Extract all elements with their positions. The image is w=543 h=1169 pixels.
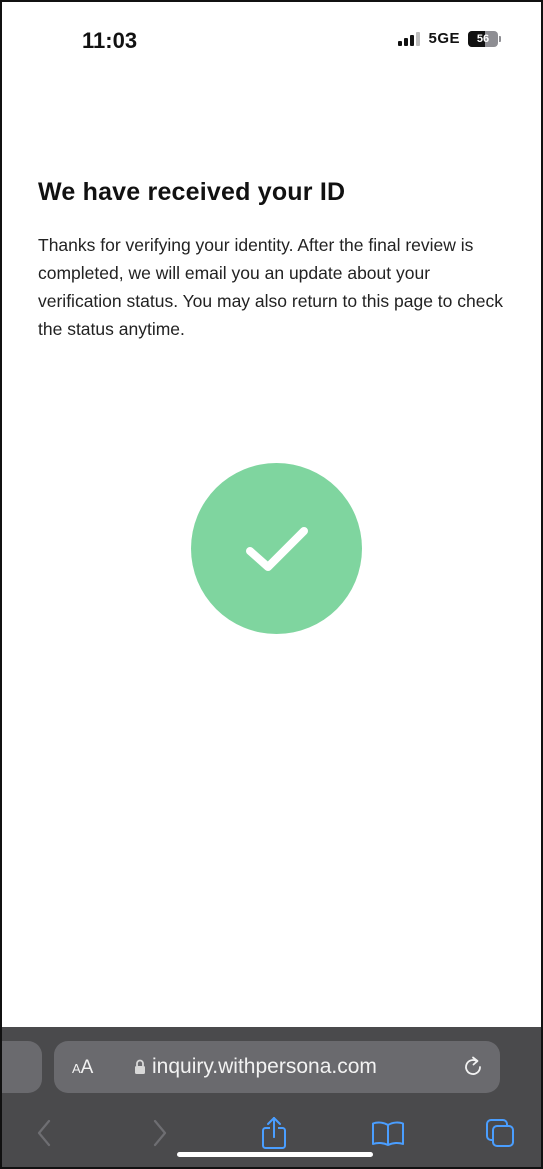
phone-screen: 11:03 5GE 56 We have received your ID Th… bbox=[0, 0, 543, 1169]
page-description: Thanks for verifying your identity. Afte… bbox=[38, 235, 503, 339]
chevron-right-icon bbox=[153, 1119, 167, 1147]
tabs-icon bbox=[486, 1119, 514, 1147]
bookmarks-button[interactable] bbox=[368, 1113, 408, 1153]
success-badge bbox=[191, 463, 362, 634]
navigation-toolbar bbox=[2, 1113, 541, 1153]
previous-tab-peek[interactable] bbox=[2, 1041, 42, 1093]
status-bar: 11:03 5GE 56 bbox=[2, 2, 541, 82]
url-text: inquiry.withpersona.com bbox=[152, 1055, 377, 1078]
cellular-signal-icon bbox=[398, 31, 421, 46]
page-settings-button[interactable]: AA bbox=[72, 1041, 93, 1093]
battery-level: 56 bbox=[476, 32, 490, 45]
chevron-left-icon bbox=[37, 1119, 51, 1147]
status-indicators: 5GE 56 bbox=[398, 30, 501, 47]
book-icon bbox=[372, 1121, 404, 1146]
url-display[interactable]: inquiry.withpersona.com bbox=[134, 1041, 377, 1093]
network-type: 5GE bbox=[428, 30, 460, 47]
page-content: We have received your ID Thanks for veri… bbox=[38, 178, 511, 343]
reload-icon[interactable] bbox=[460, 1054, 486, 1080]
browser-toolbar: AA inquiry.withpersona.com bbox=[2, 1027, 541, 1167]
lock-icon bbox=[135, 1059, 145, 1074]
back-button[interactable] bbox=[24, 1113, 64, 1153]
home-indicator bbox=[177, 1152, 373, 1157]
share-icon bbox=[262, 1117, 286, 1149]
address-bar[interactable]: AA inquiry.withpersona.com bbox=[54, 1041, 500, 1093]
tabs-button[interactable] bbox=[480, 1113, 520, 1153]
forward-button[interactable] bbox=[140, 1113, 180, 1153]
share-button[interactable] bbox=[254, 1113, 294, 1153]
battery-icon: 56 bbox=[468, 30, 501, 47]
page-title: We have received your ID bbox=[38, 178, 346, 206]
checkmark-icon bbox=[245, 526, 308, 571]
status-time: 11:03 bbox=[82, 28, 138, 53]
